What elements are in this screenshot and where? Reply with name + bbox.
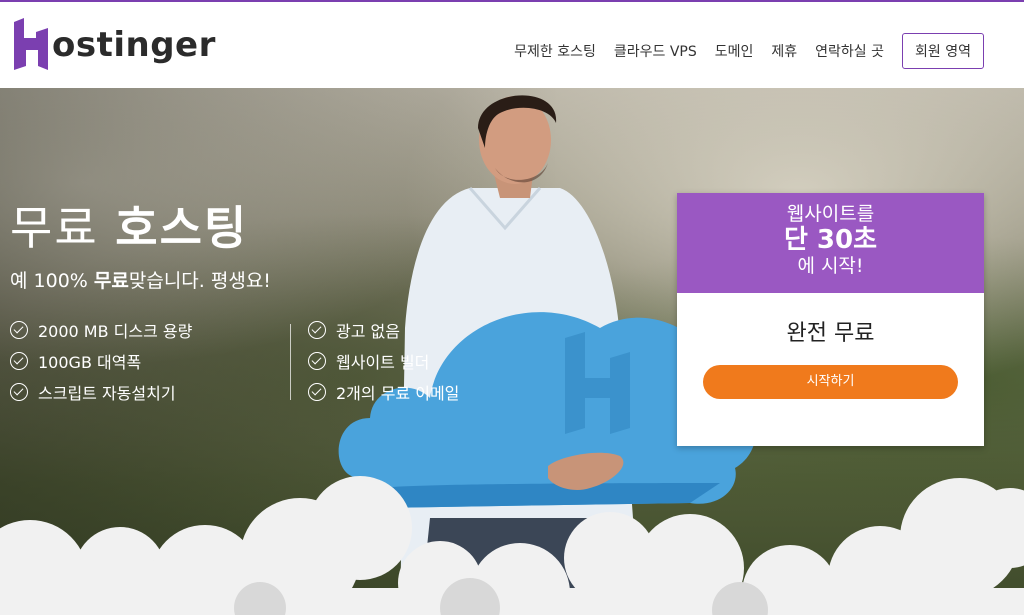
member-area-button[interactable]: 회원 영역 xyxy=(902,33,984,69)
logo[interactable]: ostinger xyxy=(12,18,216,70)
nav-cloud-vps[interactable]: 클라우드 VPS xyxy=(614,41,697,61)
hostinger-h-logo-icon xyxy=(14,18,48,70)
nav-domain[interactable]: 도메인 xyxy=(715,41,754,61)
decorative-clouds xyxy=(0,476,1024,615)
nav-contact[interactable]: 연락하실 곳 xyxy=(815,41,884,61)
hero-banner: 무료 호스팅 예 100% 무료맞습니다. 평생요! 2000 MB 디스크 용… xyxy=(0,88,1024,615)
site-header: ostinger 무제한 호스팅 클라우드 VPS 도메인 제휴 연락하실 곳 … xyxy=(0,2,1024,88)
main-nav: 무제한 호스팅 클라우드 VPS 도메인 제휴 연락하실 곳 회원 영역 xyxy=(496,33,984,69)
nav-unlimited-hosting[interactable]: 무제한 호스팅 xyxy=(514,41,596,61)
logo-text: ostinger xyxy=(52,25,216,65)
nav-affiliate[interactable]: 제휴 xyxy=(771,41,797,61)
